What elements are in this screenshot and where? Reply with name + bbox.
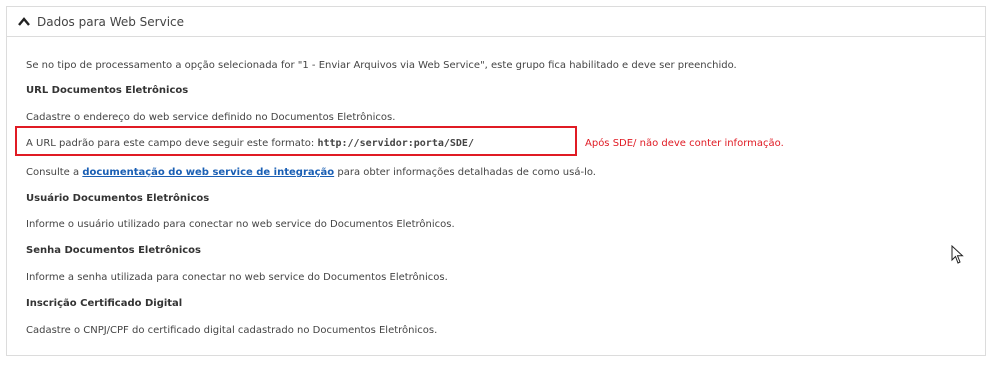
certificate-description: Cadastre o CNPJ/CPF do certificado digit… [26,325,438,336]
user-heading: Usuário Documentos Eletrônicos [26,193,210,204]
password-heading: Senha Documentos Eletrônicos [26,245,201,256]
documentation-link[interactable]: documentação do web service de integraçã… [82,167,334,178]
password-description: Informe a senha utilizada para conectar … [26,272,448,283]
consult-prefix: Consulte a [26,167,83,178]
url-note: Após SDE/ não deve conter informação. [585,138,784,149]
url-description: Cadastre o endereço do web service defin… [26,112,396,123]
user-description: Informe o usuário utilizado para conecta… [26,219,455,230]
chevron-up-icon[interactable] [17,15,31,29]
consult-suffix: para obter informações detalhadas de com… [334,167,596,178]
mouse-cursor-icon [951,245,964,264]
url-format-value: http://servidor:porta/SDE/ [317,138,474,149]
url-format-prefix: A URL padrão para este campo deve seguir… [26,138,318,149]
panel-header-toggle[interactable]: Dados para Web Service [7,7,985,37]
url-heading: URL Documentos Eletrônicos [26,85,189,96]
certificate-heading: Inscrição Certificado Digital [26,298,183,309]
url-format-line: A URL padrão para este campo deve seguir… [26,138,474,149]
panel-title: Dados para Web Service [37,14,185,29]
intro-text: Se no tipo de processamento a opção sele… [26,60,737,71]
panel-content: Se no tipo de processamento a opção sele… [7,37,985,355]
consult-line: Consulte a documentação do web service d… [26,167,596,178]
web-service-panel: Dados para Web Service Se no tipo de pro… [6,6,986,356]
